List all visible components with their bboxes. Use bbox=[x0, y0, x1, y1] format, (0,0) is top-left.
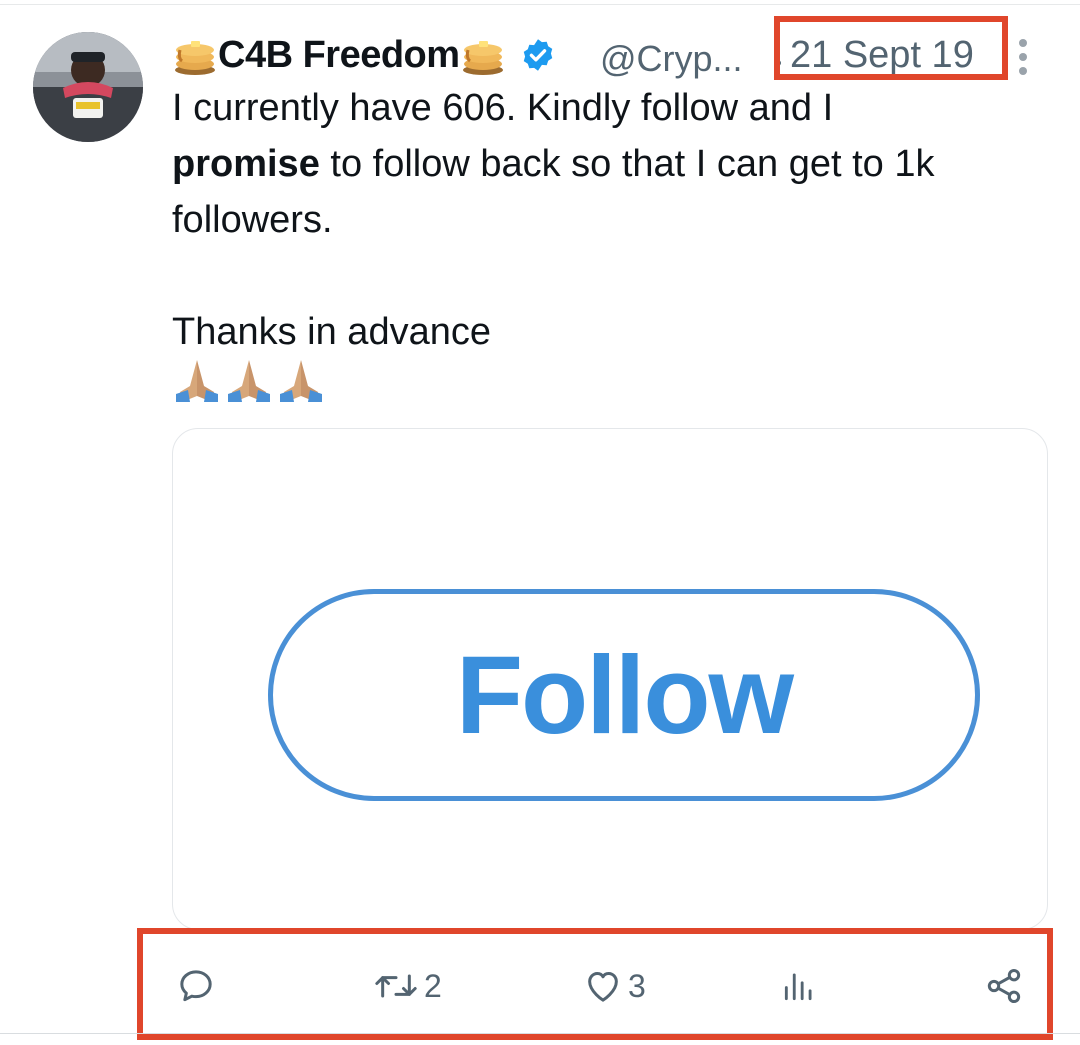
share-button[interactable] bbox=[984, 962, 1024, 1010]
author-name-row[interactable]: C4B Freedom bbox=[172, 32, 556, 78]
top-divider bbox=[0, 4, 1080, 5]
more-vertical-icon[interactable] bbox=[1017, 36, 1029, 80]
tweet-text-line: Thanks in advance bbox=[172, 311, 491, 353]
bold-word: promise bbox=[172, 143, 320, 185]
views-icon bbox=[784, 973, 812, 1001]
date-highlight-box bbox=[774, 16, 1008, 80]
tweet-text: I currently have 606. Kindly follow and … bbox=[172, 80, 1032, 360]
tweet-header: C4B Freedom @Cryp... 21 Sept 19 bbox=[172, 16, 1052, 84]
verified-badge-icon bbox=[523, 39, 552, 71]
avatar[interactable] bbox=[33, 32, 143, 142]
pancake-icon bbox=[462, 41, 503, 75]
like-count: 3 bbox=[628, 967, 646, 1004]
follow-image-button: Follow bbox=[268, 589, 980, 801]
author-handle[interactable]: @Cryp... bbox=[600, 38, 743, 80]
folded-hands-icon bbox=[176, 360, 218, 402]
folded-hands-icon bbox=[228, 360, 270, 402]
share-icon bbox=[987, 969, 1021, 1003]
author-display-name[interactable]: C4B Freedom bbox=[218, 34, 460, 77]
avatar-image bbox=[33, 32, 143, 142]
tweet-text-line: I currently have 606. Kindly follow and … bbox=[172, 87, 834, 129]
folded-hands-icon bbox=[280, 360, 322, 402]
retweet-count: 2 bbox=[424, 967, 442, 1004]
views-button[interactable] bbox=[780, 962, 822, 1010]
heart-icon bbox=[588, 972, 618, 1002]
like-button[interactable]: 3 bbox=[582, 962, 646, 1010]
tweet-text-line: promise to follow back so that I can get… bbox=[172, 136, 1032, 192]
tweet-text-line-rest: to follow back so that I can get to 1k bbox=[319, 143, 935, 185]
reply-icon bbox=[180, 970, 212, 1002]
follow-image-label: Follow bbox=[455, 633, 794, 757]
media-card[interactable]: Follow bbox=[172, 428, 1048, 930]
tweet-text-line: followers. bbox=[172, 199, 333, 241]
bottom-divider bbox=[0, 1033, 1080, 1034]
retweet-icon bbox=[375, 974, 417, 998]
pancake-icon bbox=[175, 41, 215, 75]
emoji-row bbox=[172, 356, 326, 404]
retweet-button[interactable]: 2 bbox=[372, 962, 442, 1010]
reply-button[interactable] bbox=[176, 962, 220, 1010]
